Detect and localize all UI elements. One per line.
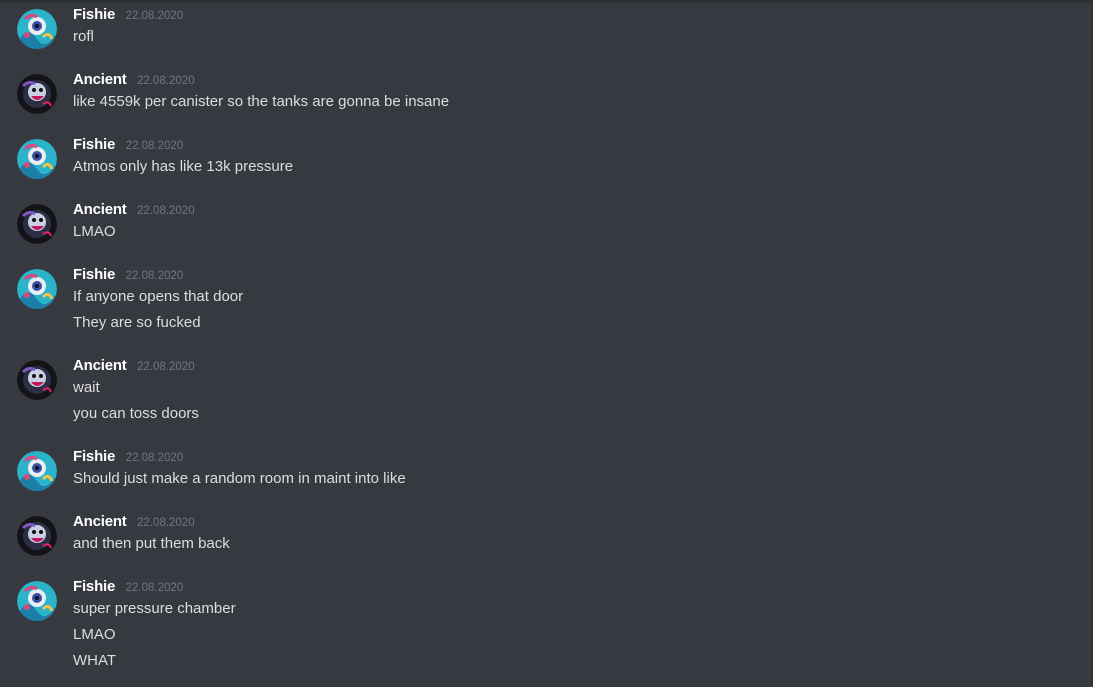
- message-body: LMAO: [73, 222, 116, 248]
- message-body: like 4559k per canister so the tanks are…: [73, 92, 449, 118]
- fishie-avatar-icon[interactable]: [17, 451, 57, 491]
- timestamp: 22.08.2020: [137, 361, 195, 373]
- message-text: Should just make a random room in maint …: [73, 470, 406, 487]
- fishie-avatar-icon[interactable]: [17, 581, 57, 621]
- username[interactable]: Ancient: [73, 513, 127, 530]
- message-text: like 4559k per canister so the tanks are…: [73, 93, 450, 110]
- message-body: rofl: [73, 27, 94, 53]
- timestamp: 22.08.2020: [137, 517, 195, 529]
- ancient-avatar-icon[interactable]: [17, 204, 57, 244]
- fishie-avatar-icon[interactable]: [17, 9, 57, 49]
- message-header: Fishie 22.08.2020: [73, 577, 183, 597]
- timestamp: 22.08.2020: [125, 452, 184, 464]
- fishie-avatar-icon[interactable]: [17, 139, 57, 179]
- message-header: Fishie 22.08.2020: [73, 447, 183, 467]
- username[interactable]: Fishie: [73, 6, 115, 23]
- timestamp: 22.08.2020: [125, 140, 184, 152]
- username[interactable]: Fishie: [73, 578, 115, 595]
- message-body: Atmos only has like 13k pressure: [73, 157, 293, 183]
- message-text: LMAO: [73, 626, 116, 643]
- timestamp: 22.08.2020: [137, 75, 195, 87]
- username[interactable]: Ancient: [73, 201, 127, 218]
- username[interactable]: Ancient: [73, 71, 127, 88]
- message-text: and then put them back: [73, 535, 230, 552]
- timestamp: 22.08.2020: [125, 10, 184, 22]
- message-body: and then put them back: [73, 534, 230, 560]
- message-header: Ancient 22.08.2020: [73, 200, 195, 220]
- message-text: wait: [73, 379, 100, 396]
- timestamp: 22.08.2020: [125, 270, 184, 282]
- message-header: Ancient 22.08.2020: [73, 512, 195, 532]
- ancient-avatar-icon[interactable]: [17, 360, 57, 400]
- username[interactable]: Fishie: [73, 136, 115, 153]
- ancient-avatar-icon[interactable]: [17, 516, 57, 556]
- timestamp: 22.08.2020: [137, 205, 195, 217]
- message-body: Should just make a random room in maint …: [73, 469, 406, 495]
- message-header: Fishie 22.08.2020: [73, 135, 183, 155]
- message-header: Ancient 22.08.2020: [73, 70, 195, 90]
- message-body: super pressure chamber LMAO WHAT: [73, 599, 236, 677]
- message-text: WHAT: [73, 652, 117, 669]
- timestamp: 22.08.2020: [125, 582, 184, 594]
- message-header: Fishie 22.08.2020: [73, 5, 183, 25]
- username[interactable]: Fishie: [73, 266, 115, 283]
- message-list: Fishie 22.08.2020 rofl Ancient 22.08.202…: [0, 0, 1091, 687]
- message-text: you can toss doors: [73, 405, 199, 422]
- ancient-avatar-icon[interactable]: [17, 74, 57, 114]
- message-body: If anyone opens that door They are so fu…: [73, 287, 243, 339]
- message-text: LMAO: [73, 223, 116, 240]
- message-text: They are so fucked: [73, 314, 201, 331]
- username[interactable]: Ancient: [73, 357, 127, 374]
- message-header: Ancient 22.08.2020: [73, 356, 195, 376]
- message-body: wait you can toss doors: [73, 378, 199, 430]
- message-text: If anyone opens that door: [73, 288, 244, 305]
- fishie-avatar-icon[interactable]: [17, 269, 57, 309]
- username[interactable]: Fishie: [73, 448, 115, 465]
- message-text: rofl: [73, 28, 94, 45]
- message-header: Fishie 22.08.2020: [73, 265, 183, 285]
- message-text: Atmos only has like 13k pressure: [73, 158, 294, 175]
- message-text: super pressure chamber: [73, 600, 236, 617]
